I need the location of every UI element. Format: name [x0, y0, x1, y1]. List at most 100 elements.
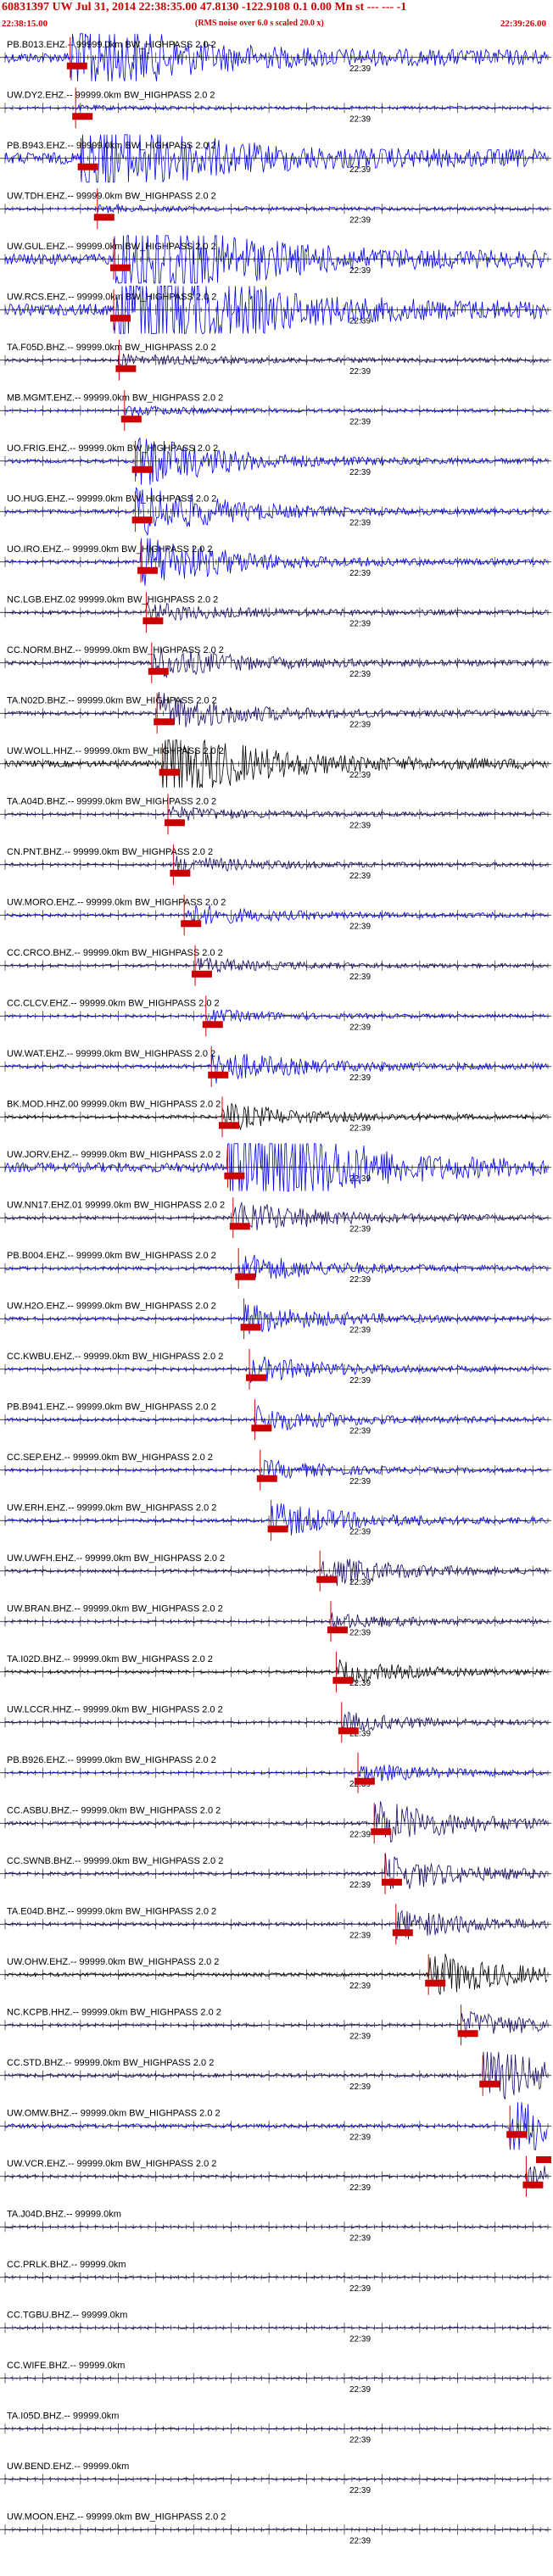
station-trace: 22:39 TA.E04D.BHZ.-- 99999.0km BW_HIGHPAS…: [0, 1904, 551, 1945]
time-tick-label: 22:39: [349, 468, 371, 477]
station-label: TA.E04D.BHZ.-- 99999.0km BW_HIGHPASS 2.0…: [7, 1906, 216, 1916]
station-trace: 22:39 UO.HUG.EHZ.-- 99999.0km BW_HIGHPASS…: [0, 487, 551, 536]
station-trace: 22:39 UW.TDH.EHZ.-- 99999.0km BW_HIGHPASS…: [0, 188, 551, 230]
station-label: UW.JORV.EHZ.-- 99999.0km BW_HIGHPASS 2.0…: [7, 1150, 221, 1160]
station-label: CC.PRLK.BHZ.-- 99999.0km: [7, 2260, 126, 2270]
station-trace: 22:39 UW.BEND.EHZ.-- 99999.0km: [0, 2462, 551, 2495]
station-label: CC.STD.BHZ.-- 99999.0km BW_HIGHPASS 2.0 …: [7, 2058, 214, 2068]
station-label: PB.B926.EHZ.-- 99999.0km BW_HIGHPASS 2.0…: [7, 1755, 216, 1765]
station-label: UW.NN17.EHZ.01 99999.0km BW_HIGHPASS 2.0…: [7, 1200, 225, 1210]
station-trace: 22:39UW.LCCR.HHZ.-- 99999.0km BW_HIGHPAS…: [0, 1702, 551, 1743]
time-tick-label: 22:39: [349, 1578, 371, 1587]
station-trace: 22:39 TA.I05D.BHZ.-- 99999.0km: [0, 2411, 551, 2445]
station-trace: 22:39 UW.OHW.EHZ.-- 99999.0km BW_HIGHPASS…: [0, 1954, 551, 1995]
station-trace: 22:39 UW.WAT.EHZ.-- 99999.0km BW_HIGHPASS…: [0, 1045, 551, 1087]
time-tick-label: 22:39: [349, 64, 371, 74]
station-trace: 22:39 TA.J04D.BHZ.-- 99999.0km: [0, 2209, 551, 2243]
waveform: [4, 904, 548, 925]
station-label: UW.LCCR.HHZ.-- 99999.0km BW_HIGHPASS 2.0…: [7, 1704, 223, 1715]
waveform: [4, 2166, 548, 2189]
waveform: [5, 806, 548, 821]
waveform: [4, 856, 548, 874]
station-label: TA.F05D.BHZ.-- 99999.0km BW_HIGHPASS 2.0…: [7, 343, 216, 353]
station-trace: 22:39 CC.SEP.EHZ.-- 99999.0km BW_HIGHPASS…: [0, 1449, 551, 1491]
station-trace: 22:39 UW.DY2.EHZ.-- 99999.0km BW_HIGHPASS…: [0, 87, 551, 129]
waveform: [4, 957, 548, 973]
waveform: [5, 1765, 548, 1782]
time-tick-label: 22:39: [349, 1224, 371, 1234]
station-trace: 22:39 CC.TGBU.BHZ.-- 99999.0km: [0, 2310, 551, 2344]
time-tick-label: 22:39: [349, 114, 371, 124]
time-tick-label: 22:39: [349, 215, 371, 225]
station-trace: 22:39 CC.STD.BHZ.-- 99999.0km BW_HIGHPASS…: [0, 2051, 551, 2099]
station-label: BK.MOD.HHZ.00 99999.0km BW_HIGHPASS 2.0 …: [7, 1099, 221, 1109]
station-label: UW.BEND.EHZ.-- 99999.0km: [7, 2462, 129, 2472]
time-tick-label: 22:39: [349, 1477, 371, 1486]
station-trace: 22:39 TA.F05D.BHZ.-- 99999.0km BW_HIGHPAS…: [0, 339, 551, 381]
station-trace: 22:39 CC.SWNB.BHZ.-- 99999.0km BW_HIGHPAS…: [0, 1853, 551, 1894]
time-tick-label: 22:39: [349, 2536, 371, 2545]
station-label: CC.TGBU.BHZ.-- 99999.0km: [7, 2310, 127, 2320]
station-label: NC.KCPB.HHZ.-- 99999.0km BW_HIGHPASS 2.0…: [7, 2007, 221, 2017]
time-tick-label: 22:39: [349, 1124, 371, 1133]
time-tick-label: 22:39: [349, 720, 371, 729]
time-tick-label: 22:39: [349, 1982, 371, 1991]
station-label: CC.ASBU.BHZ.-- 99999.0km BW_HIGHPASS 2.0…: [7, 1805, 221, 1815]
station-trace: 22:39 UW.NN17.EHZ.01 99999.0km BW_HIGHPAS…: [0, 1197, 551, 1239]
time-tick-label: 22:39: [349, 973, 371, 982]
station-trace: 22:39TA.I02D.BHZ.-- 99999.0km BW_HIGHPAS…: [0, 1651, 551, 1692]
station-trace: 22:39 PB.B941.EHZ.-- 99999.0km BW_HIGHPAS…: [0, 1399, 551, 1441]
station-trace: 22:39 PB.B004.EHZ.-- 99999.0km BW_HIGHPAS…: [0, 1247, 551, 1289]
station-label: PB.B943.EHZ.-- 99999.0km BW_HIGHPASS 2.0…: [7, 141, 216, 151]
time-tick-label: 22:39: [349, 2334, 371, 2344]
station-label: NC.LGB.EHZ.02 99999.0km BW_HIGHPASS 2.0 …: [7, 594, 218, 605]
time-tick-label: 22:39: [349, 2133, 371, 2142]
station-label: TA.I05D.BHZ.-- 99999.0km: [7, 2411, 119, 2421]
station-trace: 22:39 PB.B013.EHZ.-- 99999.0km BW_HIGHPAS…: [0, 33, 551, 81]
station-trace: 22:39 CC.PRLK.BHZ.-- 99999.0km: [0, 2260, 551, 2294]
time-tick-label: 22:39: [349, 2486, 371, 2495]
station-label: CC.KWBU.EHZ.-- 99999.0km BW_HIGHPASS 2.0…: [7, 1352, 223, 1362]
station-label: CC.SWNB.BHZ.-- 99999.0km BW_HIGHPASS 2.0…: [7, 1856, 223, 1866]
station-trace: 22:39 TA.N02D.BHZ.-- 99999.0km BW_HIGHPAS…: [0, 692, 551, 734]
station-trace: 22:39 CN.PNT.BHZ.-- 99999.0km BW_HIGHPASS…: [0, 844, 551, 885]
time-tick-label: 22:39: [349, 417, 371, 427]
station-trace: 22:39 UW.ERH.EHZ.-- 99999.0km BW_HIGHPASS…: [0, 1500, 551, 1542]
station-trace: 22:39 NC.LGB.EHZ.02 99999.0km BW_HIGHPASS…: [0, 592, 551, 633]
station-label: UW.MORO.EHZ.-- 99999.0km BW_HIGHPASS 2.0…: [7, 897, 226, 907]
station-label: UW.DY2.EHZ.-- 99999.0km BW_HIGHPASS 2.0 …: [7, 90, 215, 100]
station-label: PB.B013.EHZ.-- 99999.0km BW_HIGHPASS 2.0…: [7, 40, 216, 50]
time-tick-label: 22:39: [349, 2385, 371, 2395]
station-trace: 22:39 UW.MORO.EHZ.-- 99999.0km BW_HIGHPAS…: [0, 895, 551, 936]
time-tick-label: 22:39: [349, 2233, 371, 2243]
station-trace: 22:39PB.B926.EHZ.-- 99999.0km BW_HIGHPAS…: [0, 1752, 551, 1793]
station-trace: 22:39 UW.RCS.EHZ.-- 99999.0km BW_HIGHPASS…: [0, 285, 551, 334]
station-trace: 22:39 CC.ASBU.BHZ.-- 99999.0km BW_HIGHPAS…: [0, 1801, 551, 1844]
time-tick-label: 22:39: [349, 1628, 371, 1637]
station-trace: 22:39 UW.OMW.BHZ.-- 99999.0km BW_HIGHPASS…: [0, 2102, 551, 2150]
station-trace: 22:39 UW.WOLL.HHZ.-- 99999.0km BW_HIGHPAS…: [0, 739, 551, 788]
station-label: UO.HUG.EHZ.-- 99999.0km BW_HIGHPASS 2.0 …: [7, 493, 216, 504]
station-label: MB.MGMT.EHZ.-- 99999.0km BW_HIGHPASS 2.0…: [7, 393, 223, 403]
station-trace: 22:39 UW.BRAN.BHZ.-- 99999.0km BW_HIGHPAS…: [0, 1601, 551, 1642]
time-tick-label: 22:39: [349, 316, 371, 326]
station-trace: 22:39 TA.A04D.BHZ.-- 99999.0km BW_HIGHPAS…: [0, 794, 551, 835]
station-label: UW.BRAN.BHZ.-- 99999.0km BW_HIGHPASS 2.0…: [7, 1603, 223, 1614]
station-label: UW.ERH.EHZ.-- 99999.0km BW_HIGHPASS 2.0 …: [7, 1503, 216, 1513]
time-tick-label: 22:39: [349, 2083, 371, 2092]
station-trace: 22:39 NC.KCPB.HHZ.-- 99999.0km BW_HIGHPAS…: [0, 2004, 551, 2046]
time-tick-label: 22:39: [349, 2032, 371, 2041]
station-trace: 22:39 CC.CRCO.BHZ.-- 99999.0km BW_HIGHPAS…: [0, 945, 551, 986]
time-tick-label: 22:39: [349, 367, 371, 376]
station-label: UW.OMW.BHZ.-- 99999.0km BW_HIGHPASS 2.0 …: [7, 2108, 221, 2118]
station-label: UO.IRO.EHZ.-- 99999.0km BW_HIGHPASS 2.0 …: [7, 544, 212, 555]
station-trace: 22:39 CC.KWBU.EHZ.-- 99999.0km BW_HIGHPAS…: [0, 1348, 551, 1390]
station-trace: 22:39 BK.MOD.HHZ.00 99999.0km BW_HIGHPASS…: [0, 1096, 551, 1138]
time-tick-label: 22:39: [349, 670, 371, 679]
time-tick-label: 22:39: [349, 1881, 371, 1890]
station-label: TA.N02D.BHZ.-- 99999.0km BW_HIGHPASS 2.0…: [7, 695, 217, 705]
time-tick-label: 22:39: [349, 2183, 371, 2193]
time-tick-label: 22:39: [349, 2435, 371, 2445]
station-label: UW.OHW.EHZ.-- 99999.0km BW_HIGHPASS 2.0 …: [7, 1957, 219, 1967]
time-tick-label: 22:39: [349, 922, 371, 931]
